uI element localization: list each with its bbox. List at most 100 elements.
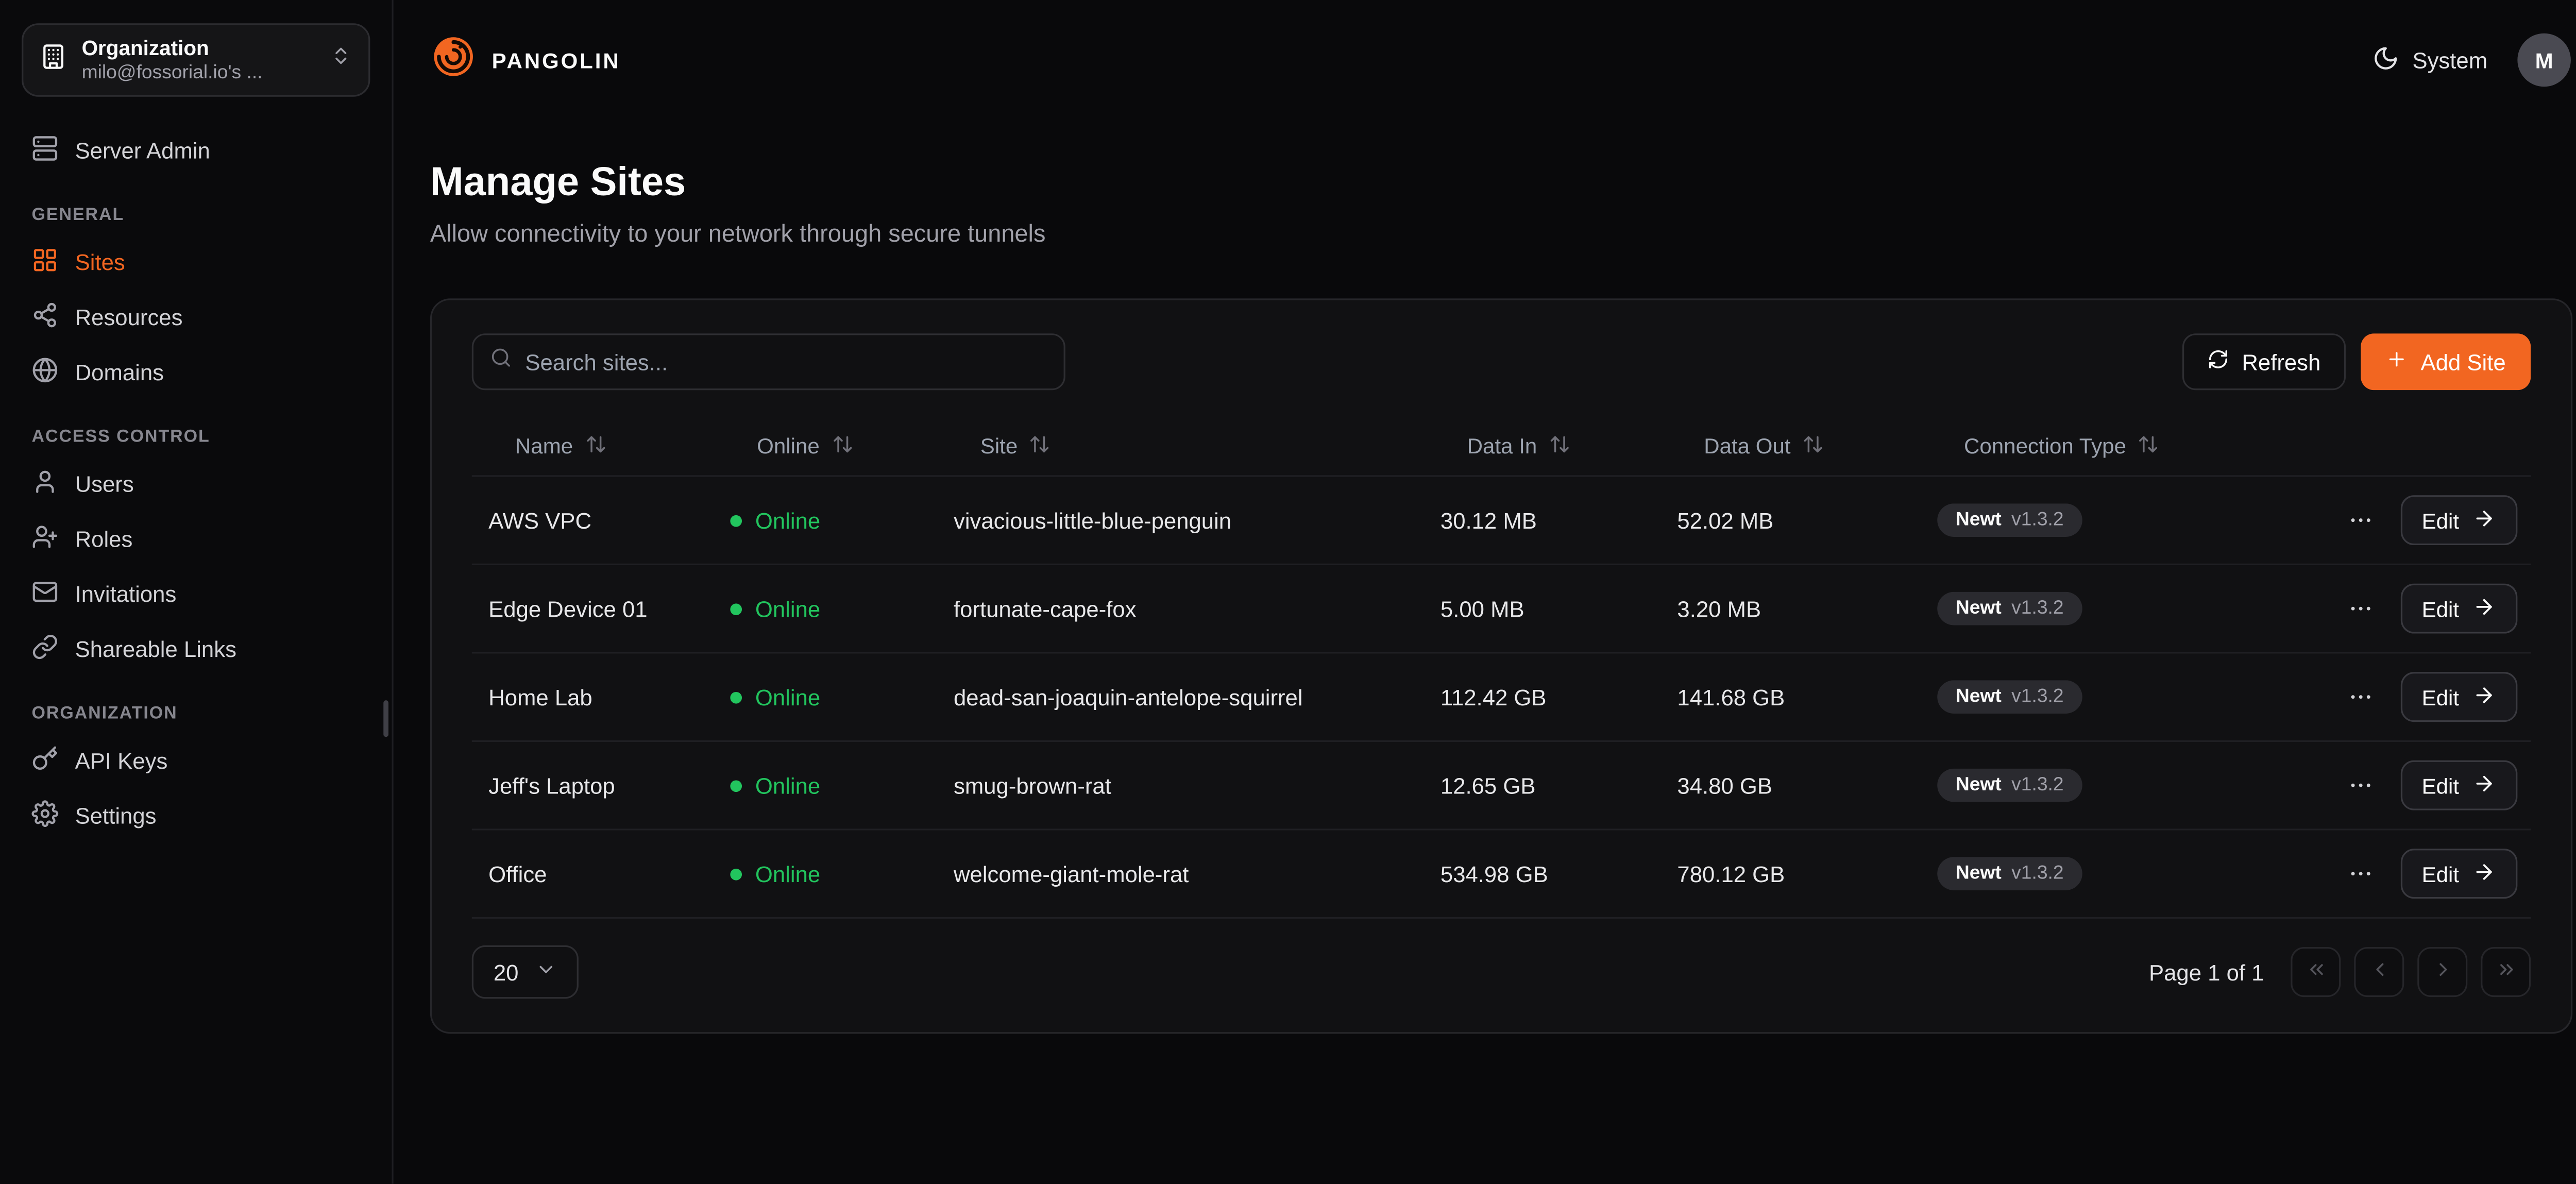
theme-toggle[interactable]: System	[2372, 44, 2487, 76]
cell-site: dead-san-joaquin-antelope-squirrel	[937, 684, 1424, 709]
cell-name: Office	[472, 861, 714, 886]
column-header-data-in[interactable]: Data In	[1424, 433, 1661, 460]
brand-name: PANGOLIN	[492, 47, 621, 73]
sidebar-item-label: Roles	[75, 527, 133, 552]
card-toolbar: Refresh Add Site	[472, 333, 2531, 390]
last-page-button[interactable]	[2481, 947, 2531, 997]
cell-online: Online	[714, 508, 937, 533]
sidebar-item-roles[interactable]: Roles	[22, 512, 370, 567]
edit-button[interactable]: Edit	[2400, 760, 2518, 810]
search-input[interactable]	[525, 349, 1047, 375]
sort-icon	[1549, 433, 1570, 460]
sites-table: Name Online Site Data In Data Out Connec…	[472, 417, 2531, 919]
sidebar-item-domains[interactable]: Domains	[22, 345, 370, 400]
moon-icon	[2372, 44, 2399, 76]
plus-icon	[2386, 348, 2408, 375]
sidebar-item-server-admin[interactable]: Server Admin	[22, 123, 370, 178]
column-header-name[interactable]: Name	[472, 433, 714, 460]
cell-data-out: 141.68 GB	[1660, 684, 1921, 709]
sidebar-item-shareable-links[interactable]: Shareable Links	[22, 622, 370, 677]
table-row: AWS VPC Online vivacious-little-blue-pen…	[472, 477, 2531, 565]
column-label: Name	[515, 433, 573, 459]
row-menu-button[interactable]	[2347, 595, 2374, 622]
link-icon	[31, 634, 58, 665]
online-label: Online	[755, 508, 820, 533]
chevrons-up-down-icon	[330, 45, 352, 75]
sidebar-item-users[interactable]: Users	[22, 457, 370, 512]
add-site-button[interactable]: Add Site	[2361, 333, 2531, 390]
connection-type-badge: Newtv1.3.2	[1937, 857, 2082, 890]
next-page-button[interactable]	[2417, 947, 2467, 997]
user-icon	[31, 468, 58, 500]
cell-data-out: 34.80 GB	[1660, 773, 1921, 798]
sidebar-item-invitations[interactable]: Invitations	[22, 567, 370, 622]
cell-data-out: 52.02 MB	[1660, 508, 1921, 533]
cell-connection-type: Newtv1.3.2	[1921, 680, 2321, 714]
cell-name: Jeff's Laptop	[472, 773, 714, 798]
sidebar-nav: Server Admin GENERAL Sites Resources Dom…	[22, 123, 370, 843]
page-info: Page 1 of 1	[2149, 959, 2264, 985]
refresh-button[interactable]: Refresh	[2182, 333, 2346, 390]
column-header-data-out[interactable]: Data Out	[1660, 433, 1921, 460]
pager: Page 1 of 1	[2149, 947, 2531, 997]
online-label: Online	[755, 596, 820, 621]
column-header-connection-type[interactable]: Connection Type	[1921, 433, 2321, 460]
sidebar-item-label: API Keys	[75, 749, 168, 774]
online-label: Online	[755, 861, 820, 886]
org-selector[interactable]: Organization milo@fossorial.io's ...	[22, 23, 370, 96]
edit-button[interactable]: Edit	[2400, 672, 2518, 722]
edit-button[interactable]: Edit	[2400, 584, 2518, 634]
row-menu-button[interactable]	[2347, 507, 2374, 534]
sort-icon	[831, 433, 853, 460]
client-name: Newt	[1956, 864, 2002, 884]
cell-data-out: 780.12 GB	[1660, 861, 1921, 886]
search-icon	[490, 347, 512, 377]
sidebar-item-label: Shareable Links	[75, 637, 236, 662]
table-header-row: Name Online Site Data In Data Out Connec…	[472, 417, 2531, 477]
sidebar-item-settings[interactable]: Settings	[22, 789, 370, 844]
key-icon	[31, 745, 58, 776]
online-dot	[730, 691, 742, 703]
cell-data-in: 5.00 MB	[1424, 596, 1661, 621]
edit-button[interactable]: Edit	[2400, 495, 2518, 545]
brand: PANGOLIN	[430, 32, 621, 88]
avatar[interactable]: M	[2517, 33, 2571, 87]
cell-connection-type: Newtv1.3.2	[1921, 857, 2321, 890]
sidebar-item-api-keys[interactable]: API Keys	[22, 734, 370, 789]
sidebar-item-sites[interactable]: Sites	[22, 235, 370, 290]
page-size-select[interactable]: 20	[472, 945, 579, 999]
connection-type-badge: Newtv1.3.2	[1937, 592, 2082, 625]
sidebar-scrollbar-thumb[interactable]	[383, 700, 388, 737]
pager-buttons	[2291, 947, 2531, 997]
client-name: Newt	[1956, 687, 2002, 707]
column-label: Connection Type	[1964, 433, 2126, 459]
sort-icon	[1802, 433, 1824, 460]
edit-label: Edit	[2422, 773, 2460, 798]
row-menu-button[interactable]	[2347, 860, 2374, 887]
connection-type-badge: Newtv1.3.2	[1937, 680, 2082, 714]
cell-connection-type: Newtv1.3.2	[1921, 592, 2321, 625]
column-header-online[interactable]: Online	[714, 433, 937, 460]
cell-actions: Edit	[2321, 495, 2531, 545]
chevrons-left-icon	[2305, 959, 2327, 986]
edit-button[interactable]: Edit	[2400, 849, 2518, 899]
page-subtitle: Allow connectivity to your network throu…	[430, 222, 2572, 248]
mail-icon	[31, 579, 58, 610]
prev-page-button[interactable]	[2354, 947, 2404, 997]
online-dot	[730, 780, 742, 791]
top-bar: PANGOLIN System M	[394, 0, 2576, 120]
column-label: Online	[757, 433, 820, 459]
sidebar-item-label: Users	[75, 472, 134, 497]
online-label: Online	[755, 773, 820, 798]
cell-data-in: 534.98 GB	[1424, 861, 1661, 886]
sort-icon	[585, 433, 606, 460]
sidebar: Organization milo@fossorial.io's ... Ser…	[0, 0, 394, 1184]
row-menu-button[interactable]	[2347, 772, 2374, 799]
column-header-site[interactable]: Site	[937, 433, 1424, 460]
client-name: Newt	[1956, 510, 2002, 530]
column-label: Data In	[1467, 433, 1537, 459]
row-menu-button[interactable]	[2347, 684, 2374, 711]
first-page-button[interactable]	[2291, 947, 2341, 997]
sidebar-item-resources[interactable]: Resources	[22, 290, 370, 345]
cell-actions: Edit	[2321, 760, 2531, 810]
